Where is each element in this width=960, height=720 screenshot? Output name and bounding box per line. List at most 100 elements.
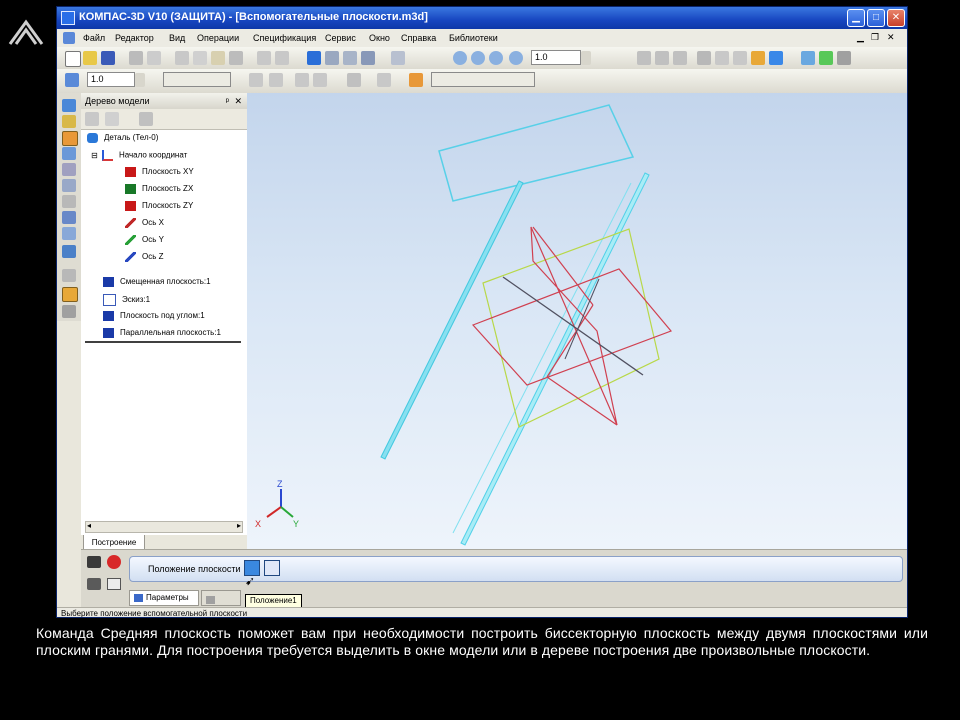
menu-operations[interactable]: Операции <box>197 33 239 43</box>
cut-icon[interactable] <box>175 51 189 65</box>
doc-close-icon[interactable]: ✕ <box>887 32 895 43</box>
tree-item-plane-zy[interactable]: Плоскость ZY <box>125 201 193 211</box>
tree-item-sketch[interactable]: Эскиз:1 <box>103 294 150 306</box>
library-icon[interactable] <box>325 51 339 65</box>
rotate-icon[interactable] <box>655 51 669 65</box>
perspective-icon[interactable] <box>801 51 815 65</box>
menu-specification[interactable]: Спецификация <box>253 33 316 43</box>
wireframe-icon[interactable] <box>697 51 711 65</box>
variables-icon[interactable] <box>343 51 357 65</box>
manager-icon[interactable] <box>307 51 321 65</box>
filter-icon[interactable] <box>62 195 76 208</box>
enter-object-icon[interactable] <box>87 556 101 568</box>
tree-item-offset-plane[interactable]: Смещенная плоскость:1 <box>103 277 211 287</box>
sheet-metal-icon[interactable] <box>62 245 76 258</box>
specification-icon[interactable] <box>62 211 76 224</box>
stop-command-icon[interactable] <box>107 555 121 569</box>
thin-lines-icon[interactable] <box>733 51 747 65</box>
tree-item-parallel-plane[interactable]: Параллельная плоскость:1 <box>103 328 221 338</box>
calc-icon[interactable] <box>361 51 375 65</box>
tab-properties[interactable] <box>201 590 241 606</box>
layer-icon[interactable] <box>249 73 263 87</box>
tab-parameters[interactable]: Параметры <box>129 590 199 606</box>
zoom-in-icon[interactable] <box>453 51 467 65</box>
scroll-left-icon[interactable]: ◂ <box>87 521 91 530</box>
menu-view[interactable]: Вид <box>169 33 185 43</box>
paste-icon[interactable] <box>211 51 225 65</box>
properties-icon[interactable] <box>229 51 243 65</box>
new-file-icon[interactable] <box>65 51 81 67</box>
tree-item-angled-plane[interactable]: Плоскость под углом:1 <box>103 311 205 321</box>
save-icon[interactable] <box>101 51 115 65</box>
pipeline-icon[interactable] <box>62 305 76 318</box>
zoom-window-icon[interactable] <box>489 51 503 65</box>
zoom-value-field[interactable]: 1.0 <box>531 50 581 65</box>
edit-details-icon[interactable] <box>62 99 76 112</box>
tree-view-icon[interactable] <box>105 112 119 126</box>
layer-field[interactable] <box>163 72 231 87</box>
collapse-icon[interactable]: ⊟ <box>91 151 98 160</box>
hidden-lines-icon[interactable] <box>715 51 729 65</box>
reports-icon[interactable] <box>62 227 76 240</box>
snap-icon[interactable] <box>295 73 309 87</box>
zoom-scale-icon[interactable] <box>509 51 523 65</box>
pin-icon[interactable]: ᵖ <box>226 93 229 109</box>
close-button[interactable]: ✕ <box>887 9 905 27</box>
tree-root[interactable]: Деталь (Тел-0) <box>87 133 158 143</box>
preview-icon[interactable] <box>147 51 161 65</box>
line-width-dropdown-icon[interactable] <box>135 73 145 87</box>
zoom-out-icon[interactable] <box>471 51 485 65</box>
menu-file[interactable]: Файл <box>83 33 105 43</box>
measure-icon[interactable] <box>62 179 76 192</box>
ortho-icon[interactable] <box>313 73 327 87</box>
zoom-dropdown-icon[interactable] <box>581 51 591 65</box>
scroll-right-icon[interactable]: ▸ <box>237 521 241 530</box>
tree-close-icon[interactable]: ✕ <box>234 93 242 109</box>
position-second-button[interactable] <box>264 560 280 576</box>
active-snap-icon[interactable] <box>409 73 423 87</box>
tree-scrollbar[interactable]: ◂ ▸ <box>85 521 243 533</box>
redo-icon[interactable] <box>275 51 289 65</box>
menu-window[interactable]: Окно <box>369 33 390 43</box>
tree-item-axis-x[interactable]: Ось X <box>125 218 164 228</box>
local-cs-icon[interactable] <box>65 73 79 87</box>
tree-item-plane-xy[interactable]: Плоскость XY <box>125 167 194 177</box>
offset-plane-outline[interactable] <box>438 104 635 202</box>
tree-item-axis-y[interactable]: Ось Y <box>125 235 164 245</box>
open-file-icon[interactable] <box>83 51 97 65</box>
shaded-icon[interactable] <box>751 51 765 65</box>
undo-icon[interactable] <box>257 51 271 65</box>
angled-plane-sliver[interactable] <box>380 180 524 460</box>
grid-icon[interactable] <box>347 73 361 87</box>
model-viewport[interactable]: Z X Y <box>247 93 907 549</box>
shaded-edges-icon[interactable] <box>769 51 783 65</box>
help-icon[interactable] <box>107 578 121 590</box>
print-icon[interactable] <box>129 51 143 65</box>
doc-restore-icon[interactable]: ❐ <box>871 32 879 43</box>
minimize-button[interactable]: ▁ <box>847 9 865 27</box>
menu-service[interactable]: Сервис <box>325 33 356 43</box>
tree-item-axis-z[interactable]: Ось Z <box>125 252 164 262</box>
tree-expand-icon[interactable] <box>139 112 153 126</box>
plane-tool-icon[interactable] <box>62 287 78 302</box>
copy-icon[interactable] <box>193 51 207 65</box>
help-pointer-icon[interactable] <box>391 51 405 65</box>
refresh-icon[interactable] <box>673 51 687 65</box>
auto-create-icon[interactable] <box>87 578 101 590</box>
tree-mode-icon[interactable] <box>85 112 99 126</box>
aux-geometry-icon[interactable] <box>62 131 78 146</box>
tree-item-plane-zx[interactable]: Плоскость ZX <box>125 184 193 194</box>
surfaces-icon[interactable] <box>62 147 76 160</box>
menu-edit[interactable]: Редактор <box>115 33 154 43</box>
maximize-button[interactable]: □ <box>867 9 885 27</box>
line-icon[interactable] <box>62 269 76 282</box>
section-icon[interactable] <box>837 51 851 65</box>
style-icon[interactable] <box>269 73 283 87</box>
tree-origin[interactable]: ⊟ Начало координат <box>91 150 187 161</box>
arrays-icon[interactable] <box>62 163 76 176</box>
parameters-icon[interactable] <box>377 73 391 87</box>
menu-help[interactable]: Справка <box>401 33 436 43</box>
spatial-curves-icon[interactable] <box>62 115 76 128</box>
orientation-icon[interactable] <box>819 51 833 65</box>
doc-minimize-icon[interactable]: ▁ <box>857 32 864 43</box>
